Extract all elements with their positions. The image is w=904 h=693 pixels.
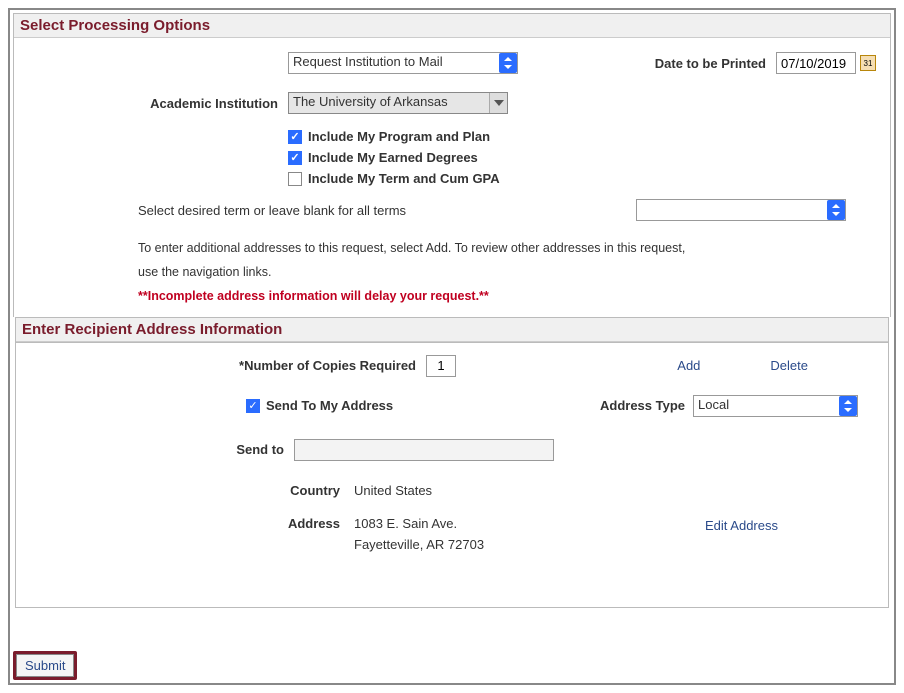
address-type-value: Local bbox=[698, 397, 729, 412]
copies-label: *Number of Copies Required bbox=[26, 358, 426, 373]
include-degrees-label: Include My Earned Degrees bbox=[308, 150, 478, 165]
submit-highlight: Submit bbox=[13, 651, 77, 680]
address-row: Address 1083 E. Sain Ave. Fayetteville, … bbox=[26, 512, 878, 556]
recipient-body: *Number of Copies Required Add Delete ✓ … bbox=[15, 343, 889, 608]
copies-input[interactable] bbox=[426, 355, 456, 377]
include-gpa-label: Include My Term and Cum GPA bbox=[308, 171, 500, 186]
include-program-row: ✓ Include My Program and Plan bbox=[288, 126, 876, 147]
processing-section: Select Processing Options Request Instit… bbox=[13, 13, 891, 317]
country-label: Country bbox=[26, 483, 354, 498]
edit-address-link[interactable]: Edit Address bbox=[705, 518, 778, 533]
include-program-label: Include My Program and Plan bbox=[308, 129, 490, 144]
address-type-select[interactable]: Local bbox=[693, 395, 858, 417]
term-select[interactable] bbox=[636, 199, 846, 221]
delete-link[interactable]: Delete bbox=[770, 358, 808, 373]
warning-text: **Incomplete address information will de… bbox=[138, 289, 876, 303]
term-label: Select desired term or leave blank for a… bbox=[138, 203, 406, 218]
help-text: To enter additional addresses to this re… bbox=[138, 237, 698, 285]
processing-header: Select Processing Options bbox=[14, 14, 890, 38]
sendtome-row: ✓ Send To My Address Address Type Local bbox=[26, 391, 878, 421]
address-line1: 1083 E. Sain Ave. bbox=[354, 516, 484, 531]
dropdown-arrow-icon bbox=[827, 200, 845, 220]
delivery-date-row: Request Institution to Mail Date to be P… bbox=[28, 48, 876, 78]
delivery-method-select[interactable]: Request Institution to Mail bbox=[288, 52, 518, 74]
address-type-label: Address Type bbox=[600, 398, 685, 413]
submit-button[interactable]: Submit bbox=[16, 654, 74, 677]
academic-institution-row: Academic Institution The University of A… bbox=[28, 88, 876, 118]
dropdown-arrow-icon bbox=[839, 396, 857, 416]
country-row: Country United States bbox=[26, 479, 878, 502]
recipient-section: Enter Recipient Address Information bbox=[15, 317, 889, 343]
dropdown-arrow-icon bbox=[499, 53, 517, 73]
include-degrees-row: ✓ Include My Earned Degrees bbox=[288, 147, 876, 168]
include-gpa-checkbox[interactable] bbox=[288, 172, 302, 186]
address-label: Address bbox=[26, 516, 354, 531]
send-to-label: Send to bbox=[26, 442, 294, 457]
delivery-method-value: Request Institution to Mail bbox=[293, 54, 443, 69]
country-value: United States bbox=[354, 483, 432, 498]
academic-institution-value: The University of Arkansas bbox=[293, 94, 448, 109]
date-printed-label: Date to be Printed bbox=[655, 56, 776, 71]
form-container: Select Processing Options Request Instit… bbox=[8, 8, 896, 685]
include-gpa-row: Include My Term and Cum GPA bbox=[288, 168, 876, 189]
send-to-my-address-checkbox[interactable]: ✓ bbox=[246, 399, 260, 413]
add-link[interactable]: Add bbox=[677, 358, 700, 373]
dropdown-arrow-icon bbox=[489, 93, 507, 113]
include-degrees-checkbox[interactable]: ✓ bbox=[288, 151, 302, 165]
include-program-checkbox[interactable]: ✓ bbox=[288, 130, 302, 144]
copies-row: *Number of Copies Required Add Delete bbox=[26, 351, 878, 381]
calendar-icon[interactable]: 31 bbox=[860, 55, 876, 71]
academic-institution-select[interactable]: The University of Arkansas bbox=[288, 92, 508, 114]
send-to-my-address-label: Send To My Address bbox=[266, 398, 393, 413]
send-to-row: Send to bbox=[26, 435, 878, 465]
send-to-input[interactable] bbox=[294, 439, 554, 461]
address-line2: Fayetteville, AR 72703 bbox=[354, 537, 484, 552]
recipient-header: Enter Recipient Address Information bbox=[16, 318, 888, 342]
term-row: Select desired term or leave blank for a… bbox=[28, 195, 876, 225]
date-printed-input[interactable] bbox=[776, 52, 856, 74]
address-lines: 1083 E. Sain Ave. Fayetteville, AR 72703 bbox=[354, 516, 484, 552]
academic-institution-label: Academic Institution bbox=[28, 96, 288, 111]
